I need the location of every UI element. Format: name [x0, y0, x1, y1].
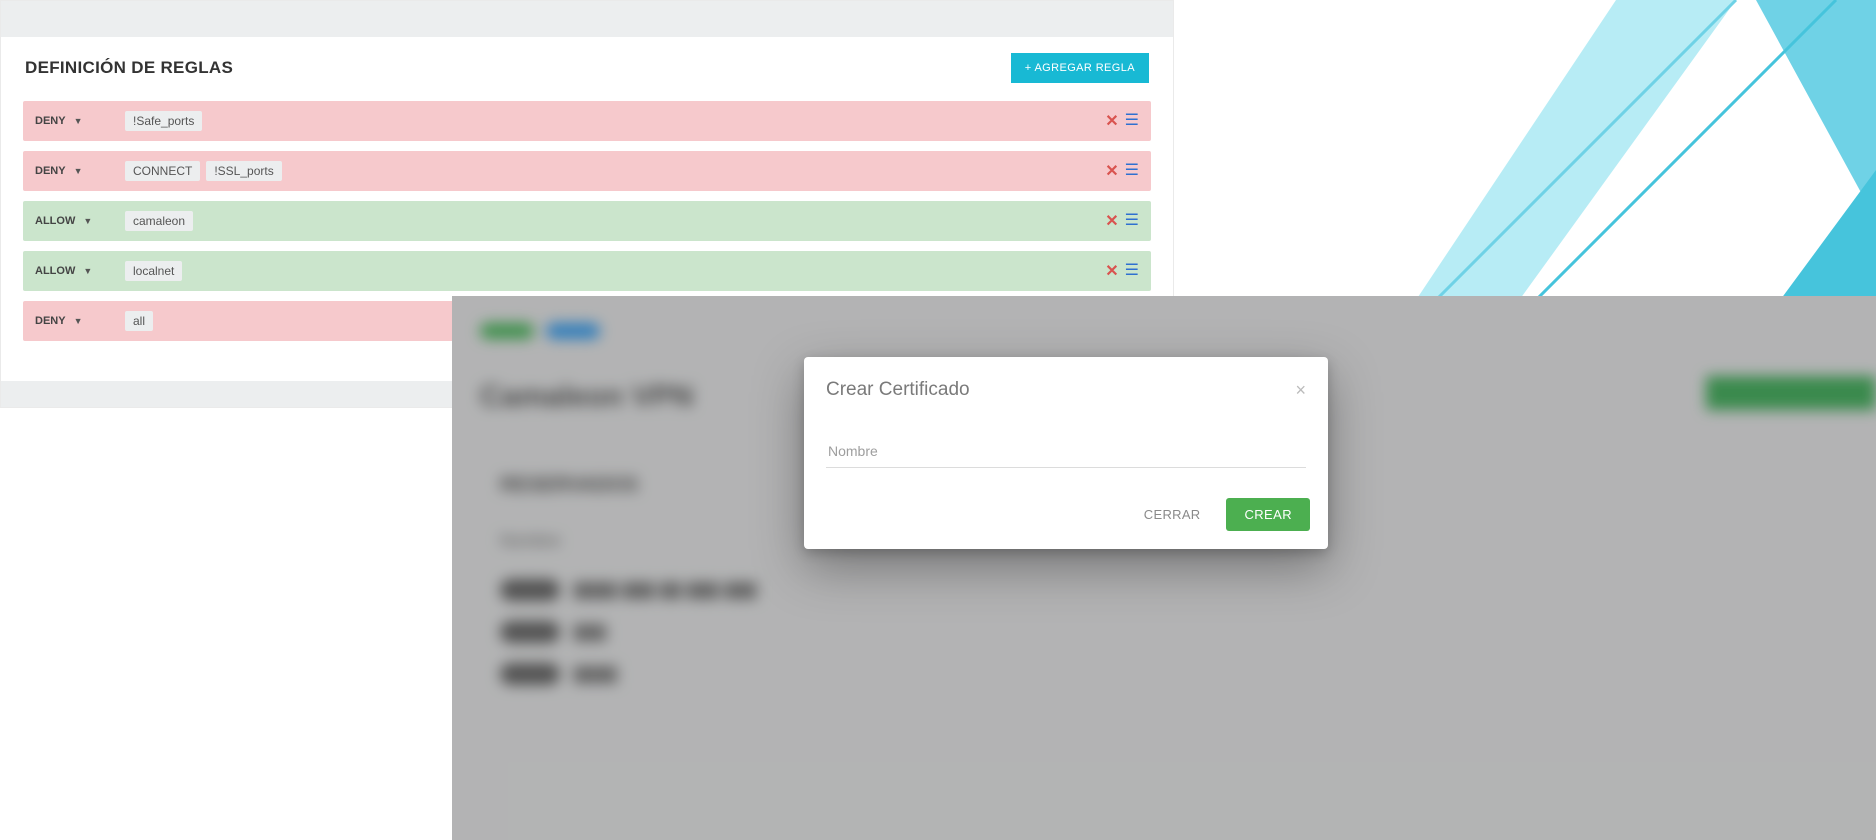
- rule-tag[interactable]: !SSL_ports: [206, 161, 281, 181]
- rule-tags[interactable]: localnet: [125, 261, 1105, 281]
- chevron-down-icon: ▼: [83, 216, 92, 226]
- chevron-down-icon: ▼: [74, 166, 83, 176]
- delete-rule-icon[interactable]: ✕: [1105, 111, 1118, 131]
- rule-tag[interactable]: camaleon: [125, 211, 193, 231]
- delete-rule-icon[interactable]: ✕: [1105, 161, 1118, 181]
- rule-action-label: DENY: [35, 165, 66, 177]
- rule-tag[interactable]: all: [125, 311, 153, 331]
- rule-action-select[interactable]: DENY ▼: [35, 315, 125, 327]
- rule-tag[interactable]: localnet: [125, 261, 182, 281]
- rules-title: DEFINICIÓN DE REGLAS: [25, 58, 233, 78]
- create-certificate-modal: Crear Certificado × CERRAR CREAR: [804, 357, 1328, 549]
- create-button[interactable]: CREAR: [1226, 498, 1310, 531]
- cancel-button[interactable]: CERRAR: [1130, 498, 1215, 531]
- drag-handle-icon[interactable]: ☰: [1125, 163, 1139, 179]
- rule-row: ALLOW ▼ camaleon ✕ ☰: [23, 201, 1151, 241]
- rules-header: DEFINICIÓN DE REGLAS + AGREGAR REGLA: [1, 37, 1173, 101]
- drag-handle-icon[interactable]: ☰: [1125, 213, 1139, 229]
- close-icon[interactable]: ×: [1295, 381, 1306, 399]
- rule-tag[interactable]: !Safe_ports: [125, 111, 202, 131]
- chevron-down-icon: ▼: [83, 266, 92, 276]
- rule-tag[interactable]: CONNECT: [125, 161, 200, 181]
- modal-title: Crear Certificado: [826, 379, 970, 401]
- rule-action-select[interactable]: ALLOW ▼: [35, 265, 125, 277]
- rule-tags[interactable]: !Safe_ports: [125, 111, 1105, 131]
- rule-action-label: DENY: [35, 115, 66, 127]
- certificate-name-input[interactable]: [826, 437, 1306, 468]
- delete-rule-icon[interactable]: ✕: [1105, 261, 1118, 281]
- drag-handle-icon[interactable]: ☰: [1125, 263, 1139, 279]
- add-rule-button[interactable]: + AGREGAR REGLA: [1011, 53, 1149, 83]
- panel-top-strip: [1, 1, 1173, 37]
- delete-rule-icon[interactable]: ✕: [1105, 211, 1118, 231]
- rule-row: DENY ▼ CONNECT !SSL_ports ✕ ☰: [23, 151, 1151, 191]
- rule-row: ALLOW ▼ localnet ✕ ☰: [23, 251, 1151, 291]
- rule-tags[interactable]: camaleon: [125, 211, 1105, 231]
- rule-row: DENY ▼ !Safe_ports ✕ ☰: [23, 101, 1151, 141]
- rule-action-select[interactable]: DENY ▼: [35, 165, 125, 177]
- chevron-down-icon: ▼: [74, 116, 83, 126]
- rule-tags[interactable]: CONNECT !SSL_ports: [125, 161, 1105, 181]
- rule-action-select[interactable]: DENY ▼: [35, 115, 125, 127]
- rule-action-label: ALLOW: [35, 265, 75, 277]
- rule-action-select[interactable]: ALLOW ▼: [35, 215, 125, 227]
- rule-action-label: DENY: [35, 315, 66, 327]
- rule-action-label: ALLOW: [35, 215, 75, 227]
- drag-handle-icon[interactable]: ☰: [1125, 113, 1139, 129]
- chevron-down-icon: ▼: [74, 316, 83, 326]
